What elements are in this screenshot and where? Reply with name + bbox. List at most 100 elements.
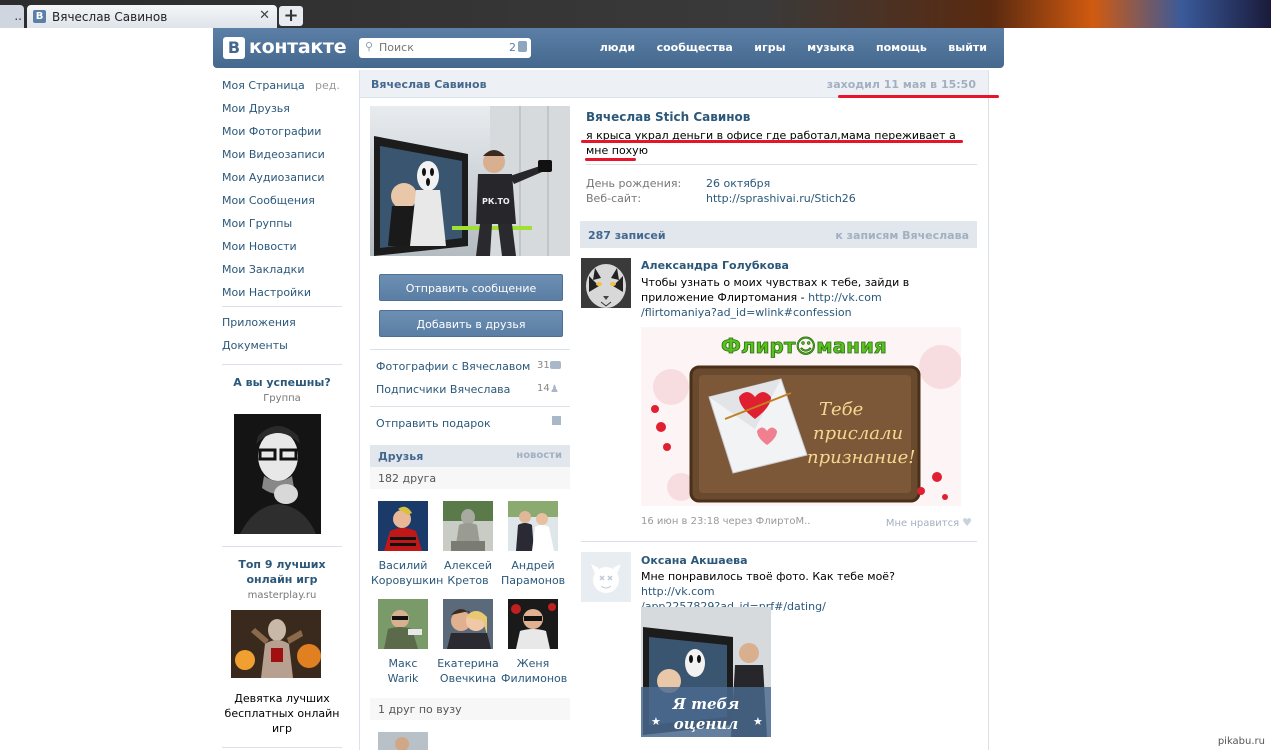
uni-friend-avatar[interactable]	[378, 732, 428, 750]
friend-card[interactable]: Екатерина Овечкина	[436, 599, 500, 686]
wall-all-link[interactable]: к записям Вячеслава	[835, 229, 969, 242]
profile-status[interactable]: я крыса украл деньги в офисе где работал…	[586, 128, 966, 158]
menu-documents[interactable]: Документы	[222, 339, 288, 352]
top-navigation: люди сообщества игры музыка помощь выйти	[582, 41, 987, 54]
website-label: Веб-сайт:	[586, 192, 642, 205]
friends-block-header[interactable]: Друзья новости	[370, 445, 570, 467]
people-icon: ♟	[550, 384, 559, 395]
nav-logout[interactable]: выйти	[948, 41, 987, 54]
menu-my-news[interactable]: Мои Новости	[222, 240, 297, 253]
post-link[interactable]: http://vk.com	[641, 585, 715, 598]
nav-help[interactable]: помощь	[876, 41, 927, 54]
vk-favicon-icon: В	[33, 10, 46, 23]
friend-avatar[interactable]	[508, 599, 558, 649]
nav-music[interactable]: музыка	[807, 41, 854, 54]
banner-text-line: прислали	[813, 423, 903, 444]
person-icon	[518, 41, 527, 52]
ad-subtitle: Группа	[263, 393, 301, 404]
menu-my-photos[interactable]: Мои Фотографии	[222, 125, 321, 138]
friend-card[interactable]: Алексей Кретов	[436, 501, 500, 588]
search-input[interactable]	[379, 41, 479, 54]
photo-overlay-line: Я тебя	[672, 695, 740, 713]
new-tab-button[interactable]: +	[279, 6, 303, 26]
friend-name[interactable]: Макс Warik	[371, 656, 435, 686]
online-count-value: 2	[509, 41, 516, 54]
friend-avatar[interactable]	[443, 599, 493, 649]
close-icon[interactable]: ✕	[259, 8, 270, 23]
ad-title[interactable]: Топ 9 лучших онлайн игр	[222, 557, 342, 587]
logo-text: контакте	[249, 36, 347, 58]
menu-my-messages[interactable]: Мои Сообщения	[222, 194, 315, 207]
friend-name[interactable]: Екатерина Овечкина	[436, 656, 500, 686]
friend-name[interactable]: Женя Филимонов	[501, 656, 567, 686]
friend-avatar[interactable]	[508, 501, 558, 551]
menu-my-audio[interactable]: Мои Аудиозаписи	[222, 171, 325, 184]
menu-my-groups[interactable]: Мои Группы	[222, 217, 292, 230]
post-author-avatar[interactable]	[581, 552, 631, 602]
camera-icon	[550, 361, 561, 369]
ad-subtitle: masterplay.ru	[247, 590, 317, 601]
post-date[interactable]: 16 июн в 23:18 через ФлиртоМ..	[641, 516, 810, 527]
friend-avatar[interactable]	[443, 501, 493, 551]
friend-first-name: Василий	[378, 559, 428, 572]
post-author-name[interactable]: Александра Голубкова	[641, 259, 789, 272]
red-underline-status-2	[585, 158, 636, 161]
friend-first-name: Алексей	[444, 559, 492, 572]
add-friend-button[interactable]: Добавить в друзья	[379, 310, 563, 337]
friends-news-link[interactable]: новости	[516, 450, 562, 461]
friend-name[interactable]: Алексей Кретов	[436, 558, 500, 588]
wall-post-count[interactable]: 287 записей	[588, 229, 666, 242]
nav-games[interactable]: игры	[754, 41, 785, 54]
menu-divider	[222, 364, 342, 365]
send-gift-link[interactable]: Отправить подарок	[376, 417, 491, 430]
browser-tab-active[interactable]: В Вячеслав Савинов ✕	[27, 5, 277, 28]
menu-my-page[interactable]: Моя Страница	[222, 79, 305, 92]
like-button[interactable]: Мне нравится ♥	[886, 516, 972, 529]
ad-image[interactable]	[231, 610, 321, 678]
post-attached-photo[interactable]: Я тебя оценил ★ ★	[641, 607, 771, 737]
heart-icon: ♥	[962, 516, 972, 529]
browser-tab-bar: .. В Вячеслав Савинов ✕ +	[0, 0, 1271, 28]
followers-count: 14	[537, 383, 550, 394]
ad-title[interactable]: А вы успешны?	[222, 375, 342, 390]
profile-photo[interactable]: РК.ТО	[370, 106, 570, 256]
menu-my-settings[interactable]: Мои Настройки	[222, 286, 311, 299]
previous-tab[interactable]: ..	[0, 5, 24, 28]
menu-my-bookmarks[interactable]: Мои Закладки	[222, 263, 304, 276]
flirtomania-banner[interactable]: Флирт☺мания Тебе прислали признание!	[641, 327, 961, 506]
profile-header-bar: Вячеслав Савинов заходил 11 мая в 15:50	[360, 70, 988, 98]
post-author-avatar[interactable]	[581, 258, 631, 308]
friends-title: Друзья	[378, 450, 424, 463]
menu-my-videos[interactable]: Мои Видеозаписи	[222, 148, 325, 161]
send-message-button[interactable]: Отправить сообщение	[379, 274, 563, 301]
followers-link[interactable]: Подписчики Вячеслава	[376, 383, 510, 396]
friend-name[interactable]: Андрей Парамонов	[501, 558, 565, 588]
post-author-name[interactable]: Оксана Акшаева	[641, 554, 748, 567]
ad-image[interactable]	[234, 414, 321, 534]
friend-avatar[interactable]	[378, 599, 428, 649]
menu-divider	[222, 546, 342, 547]
post-link[interactable]: /flirtomaniya?ad_id=wlink#confession	[641, 306, 852, 319]
nav-people[interactable]: люди	[600, 41, 635, 54]
website-link[interactable]: http://sprashivai.ru/Stich26	[706, 192, 856, 205]
friend-card[interactable]: Андрей Парамонов	[501, 501, 565, 588]
menu-apps[interactable]: Приложения	[222, 316, 296, 329]
friend-card[interactable]: Макс Warik	[371, 599, 435, 686]
friend-name[interactable]: Василий Коровушкин	[371, 558, 443, 588]
divider	[586, 164, 977, 165]
friend-avatar[interactable]	[378, 501, 428, 551]
post-link[interactable]: http://vk.com	[808, 291, 882, 304]
tab-title: Вячеслав Савинов	[52, 10, 168, 24]
online-friends-count[interactable]: 2	[509, 41, 527, 54]
menu-divider	[222, 306, 342, 307]
menu-divider	[222, 747, 342, 748]
friend-card[interactable]: Василий Коровушкин	[371, 501, 443, 588]
nav-communities[interactable]: сообщества	[657, 41, 733, 54]
photos-with-link[interactable]: Фотографии с Вячеславом	[376, 360, 530, 373]
friend-card[interactable]: Женя Филимонов	[501, 599, 567, 686]
menu-edit-link[interactable]: ред.	[315, 79, 340, 92]
birthday-value[interactable]: 26 октября	[706, 177, 770, 190]
watermark: pikabu.ru	[1217, 736, 1265, 747]
menu-my-friends[interactable]: Мои Друзья	[222, 102, 290, 115]
uni-friends-bar[interactable]: 1 друг по вузу	[370, 698, 570, 720]
